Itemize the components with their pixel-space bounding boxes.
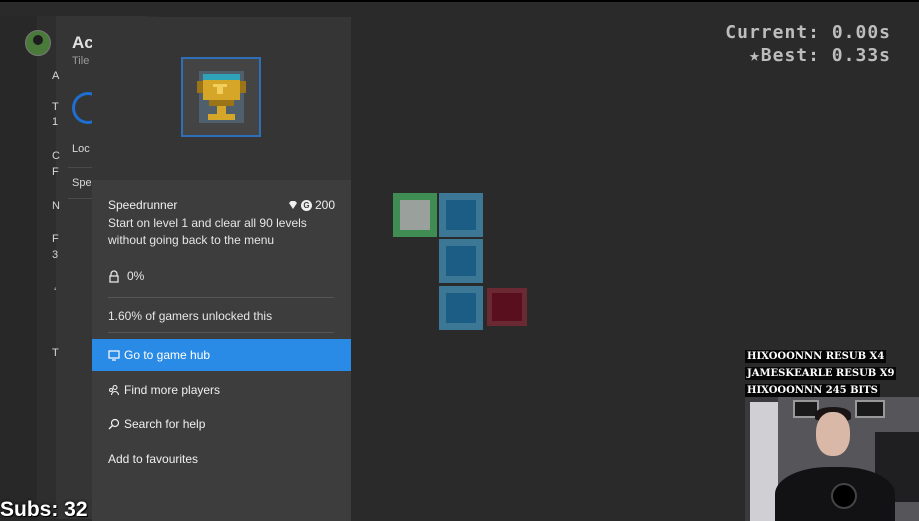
menu-find-more-players[interactable]: Find more players	[92, 374, 351, 406]
achievement-popup: Speedrunner G 200 Start on level 1 and c…	[92, 17, 351, 521]
gem-icon	[288, 201, 297, 209]
background-label: 1	[52, 116, 59, 128]
background-subtitle: Tile	[72, 55, 90, 67]
game-block-blue	[439, 286, 483, 330]
webcam-feed	[745, 397, 919, 521]
subscriber-count: Subs: 32	[0, 498, 88, 521]
background-label: T	[52, 101, 59, 113]
background-label: N	[52, 200, 60, 212]
menu-item-label: Go to game hub	[124, 348, 211, 362]
menu-item-label: Add to favourites	[108, 452, 199, 466]
background-label: F	[52, 233, 59, 245]
people-icon	[109, 384, 120, 396]
menu-item-label: Search for help	[124, 417, 206, 431]
divider	[108, 297, 334, 298]
chat-alert: HIXOOONNN RESUB X4	[745, 350, 887, 363]
background-label: T	[52, 347, 59, 359]
timer-best: ★Best: 0.33s	[748, 45, 891, 66]
achievement-score: G 200	[288, 198, 335, 212]
achievement-unlock-percent: 1.60% of gamers unlocked this	[108, 309, 273, 323]
achievement-art-area	[92, 17, 351, 180]
game-block-blue	[439, 193, 483, 237]
background-sort-filter[interactable]: Spe	[72, 177, 92, 189]
divider	[108, 332, 334, 333]
background-title: Ac	[72, 33, 94, 52]
background-label: 3	[52, 249, 59, 261]
divider	[68, 198, 93, 199]
lock-icon	[109, 270, 119, 283]
background-locked-filter[interactable]: Loc	[72, 143, 90, 155]
background-label: A	[52, 70, 60, 82]
gamerscore-icon: G	[300, 199, 312, 211]
achievement-progress: 0%	[127, 269, 145, 283]
menu-add-to-favourites[interactable]: Add to favourites	[92, 443, 351, 475]
game-screen: Ac Tile A T 1 C F Loc Spe N F 3 ‘ T Curr…	[0, 2, 919, 521]
background-label: ‘	[54, 286, 57, 298]
search-icon	[108, 418, 120, 430]
left-edge	[0, 16, 37, 521]
tv-icon	[108, 350, 120, 361]
background-label: C	[52, 150, 60, 162]
trophy-icon	[181, 57, 261, 137]
game-block-green	[393, 193, 437, 237]
timer-current: Current: 0.00s	[725, 22, 891, 43]
achievement-name: Speedrunner	[108, 198, 178, 212]
background-label: F	[52, 166, 59, 178]
divider	[68, 167, 93, 168]
achievement-description: Start on level 1 and clear all 90 levels…	[108, 216, 307, 247]
game-block-blue	[439, 239, 483, 283]
menu-go-to-game-hub[interactable]: Go to game hub	[92, 339, 351, 371]
chat-alert: JAMESKEARLE RESUB X9	[745, 367, 897, 380]
menu-item-label: Find more players	[124, 383, 221, 397]
gamerscore-value: 200	[314, 198, 335, 212]
chat-alert: HIXOOONNN 245 BITS	[745, 384, 880, 397]
game-block-red	[487, 288, 527, 326]
user-avatar[interactable]	[25, 30, 51, 56]
menu-search-for-help[interactable]: Search for help	[92, 408, 351, 440]
